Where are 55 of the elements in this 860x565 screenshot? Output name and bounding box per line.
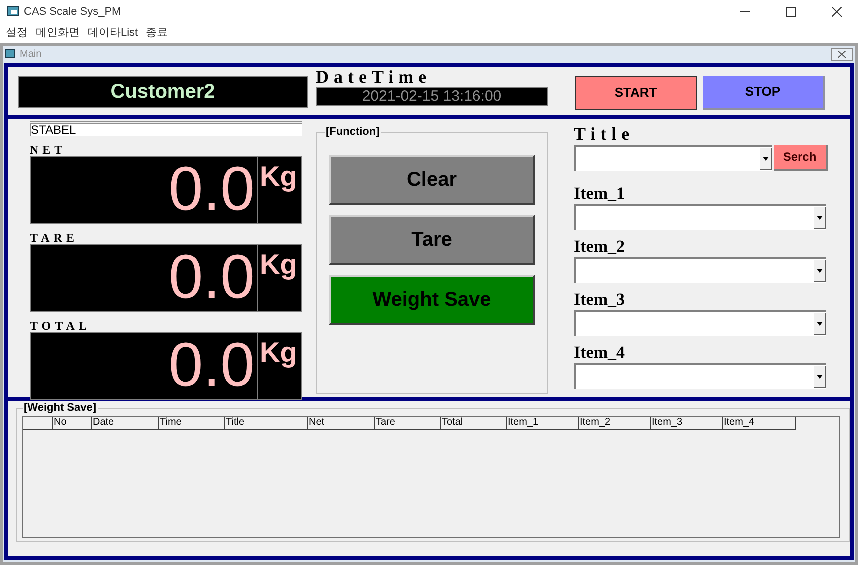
menu-item[interactable]: 종료 bbox=[142, 25, 172, 42]
unit-label: Kg bbox=[257, 157, 301, 223]
action-button[interactable]: Weight Save bbox=[329, 275, 535, 325]
column-header[interactable]: Item_2 bbox=[579, 417, 651, 430]
unit-label: Kg bbox=[257, 333, 301, 399]
weight-label: TARE bbox=[30, 232, 80, 244]
dropdown-field[interactable] bbox=[574, 310, 826, 336]
app-icon bbox=[7, 6, 21, 18]
window-title: CAS Scale Sys_PM bbox=[24, 4, 122, 20]
app-icon bbox=[5, 49, 17, 60]
datetime-display: 2021-02-15 13:16:00 bbox=[316, 87, 548, 106]
column-header[interactable]: Title bbox=[225, 417, 308, 430]
column-header[interactable]: Item_3 bbox=[651, 417, 723, 430]
menu-item[interactable]: 설정 bbox=[2, 25, 32, 42]
dropdown-field[interactable] bbox=[574, 363, 826, 389]
status-field: STABEL bbox=[30, 123, 302, 136]
item-label: Item_4 bbox=[574, 343, 626, 363]
action-button[interactable]: Clear bbox=[329, 155, 535, 205]
dropdown-field[interactable] bbox=[574, 145, 772, 171]
close-icon bbox=[838, 51, 846, 58]
action-button[interactable]: Tare bbox=[329, 215, 535, 265]
search-button[interactable]: Serch bbox=[774, 145, 828, 171]
item-label: Item_2 bbox=[574, 237, 626, 257]
item-label: Item_3 bbox=[574, 290, 626, 310]
maximize-icon bbox=[786, 7, 796, 17]
column-header[interactable]: Item_4 bbox=[723, 417, 796, 430]
datetime-label: DateTime bbox=[316, 67, 433, 87]
customer-display: Customer2 bbox=[18, 76, 308, 108]
unit-label: Kg bbox=[257, 245, 301, 311]
group-title: [Function] bbox=[325, 125, 381, 139]
column-header[interactable]: Tare bbox=[375, 417, 441, 430]
column-header[interactable]: Net bbox=[308, 417, 375, 430]
column-header[interactable]: Time bbox=[159, 417, 225, 430]
stop-button[interactable]: STOP bbox=[703, 76, 825, 110]
header-cell bbox=[23, 417, 53, 430]
start-button[interactable]: START bbox=[575, 76, 697, 110]
menu-item[interactable]: 데이타List bbox=[84, 25, 142, 42]
column-header[interactable]: Item_1 bbox=[507, 417, 579, 430]
child-window-title: Main bbox=[20, 48, 42, 62]
weight-value: 0.0 bbox=[168, 245, 256, 311]
close-icon bbox=[832, 7, 842, 17]
weight-value: 0.0 bbox=[168, 333, 256, 399]
dropdown-field[interactable] bbox=[574, 257, 826, 283]
dropdown-field[interactable] bbox=[574, 204, 826, 230]
column-header[interactable]: No bbox=[53, 417, 92, 430]
column-header[interactable]: Date bbox=[92, 417, 159, 430]
group-title: [Weight Save] bbox=[23, 401, 98, 415]
close-button[interactable] bbox=[831, 48, 853, 61]
title-label: Title bbox=[574, 124, 636, 144]
weight-value: 0.0 bbox=[168, 157, 256, 223]
menu-item[interactable]: 메인화면 bbox=[32, 25, 84, 42]
item-label: Item_1 bbox=[574, 184, 626, 204]
column-header[interactable]: Total bbox=[441, 417, 507, 430]
weight-label: TOTAL bbox=[30, 320, 92, 332]
weight-label: NET bbox=[30, 144, 68, 156]
